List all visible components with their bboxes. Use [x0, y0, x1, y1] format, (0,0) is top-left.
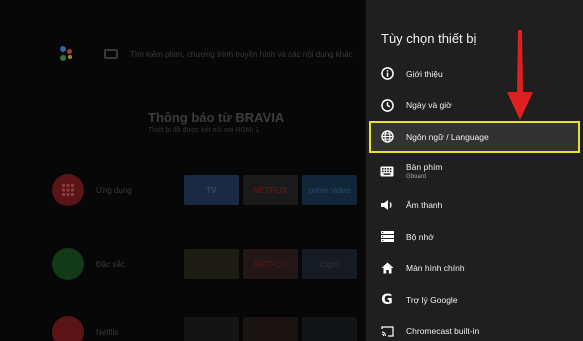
- featured-row-icon: [52, 248, 84, 280]
- row-label: Ứng dụng: [96, 185, 132, 195]
- menu-item-google-assistant[interactable]: G Trợ lý Google: [366, 284, 583, 316]
- netflix-tile: [184, 317, 239, 341]
- menu-item-keyboard[interactable]: Bàn phím Gboard: [366, 153, 583, 190]
- globe-icon: [379, 129, 395, 145]
- netflix-tile: [302, 317, 357, 341]
- apps-row-icon: [52, 174, 84, 206]
- row-label: Đặc sắc: [96, 259, 125, 269]
- netflix-row-icon: [52, 316, 84, 341]
- search-bar: Tìm kiếm phim, chương trình truyền hình …: [56, 44, 353, 64]
- menu-item-label: Trợ lý Google: [406, 294, 458, 305]
- home-screen-background: Tìm kiếm phim, chương trình truyền hình …: [0, 0, 366, 341]
- keyboard-search-icon: [104, 49, 118, 59]
- menu-item-label: Bộ nhớ: [406, 231, 434, 242]
- menu-item-chromecast[interactable]: Chromecast built-in: [366, 316, 583, 341]
- clock-icon: [379, 97, 395, 113]
- netflix-row: Netflix: [52, 316, 357, 341]
- featured-tile: NETFLIX: [243, 249, 298, 279]
- menu-item-label: Ngày và giờ: [406, 100, 452, 111]
- panel-title: Tùy chọn thiết bị: [381, 31, 477, 46]
- storage-icon: [379, 229, 395, 245]
- menu-item-language[interactable]: Ngôn ngữ / Language: [369, 121, 580, 153]
- search-hint: Tìm kiếm phim, chương trình truyền hình …: [130, 49, 353, 59]
- menu-item-home-screen[interactable]: Màn hình chính: [366, 253, 583, 285]
- menu-item-label: Giới thiệu: [406, 68, 443, 79]
- menu-item-date-time[interactable]: Ngày và giờ: [366, 90, 583, 122]
- menu-item-storage[interactable]: Bộ nhớ: [366, 221, 583, 253]
- featured-row: Đặc sắc NETFLIX Elgro: [52, 248, 357, 280]
- annotation-arrow-icon: [507, 30, 533, 120]
- menu-item-sublabel: Gboard: [406, 174, 427, 180]
- netflix-tile: [243, 317, 298, 341]
- notification-subtitle: Thiết bị đã được kết nối với HDMI 1: [148, 127, 260, 134]
- app-tile: TV: [184, 175, 239, 205]
- app-tile: NETFLIX: [243, 175, 298, 205]
- notification-title: Thông báo từ BRAVIA: [148, 110, 285, 125]
- google-assistant-icon: [56, 44, 76, 64]
- bravia-notification: Thông báo từ BRAVIA Thiết bị đã được kết…: [148, 110, 284, 134]
- menu-item-label: Âm thanh: [406, 200, 443, 211]
- cast-icon: [379, 323, 395, 339]
- featured-tile: [184, 249, 239, 279]
- menu-item-label: Bàn phím: [406, 162, 443, 172]
- apps-row: Ứng dụng TV NETFLIX prime video: [52, 174, 357, 206]
- menu-item-about[interactable]: Giới thiệu: [366, 58, 583, 90]
- menu-item-sound[interactable]: Âm thanh: [366, 190, 583, 222]
- menu-item-label: Ngôn ngữ / Language: [406, 131, 489, 142]
- menu-item-label: Màn hình chính: [406, 263, 465, 274]
- speaker-icon: [379, 197, 395, 213]
- keyboard-icon: [379, 163, 395, 179]
- app-tile: prime video: [302, 175, 357, 205]
- menu-item-label: Chromecast built-in: [406, 326, 480, 337]
- info-icon: [379, 66, 395, 82]
- device-options-panel: Tùy chọn thiết bị Giới thiệu Ngày và giờ…: [366, 0, 583, 341]
- google-icon: G: [381, 291, 393, 308]
- featured-tile: Elgro: [302, 249, 357, 279]
- home-icon: [379, 260, 395, 276]
- row-label: Netflix: [96, 327, 119, 337]
- device-options-menu: Giới thiệu Ngày và giờ Ngôn ngữ / Langua…: [366, 58, 583, 341]
